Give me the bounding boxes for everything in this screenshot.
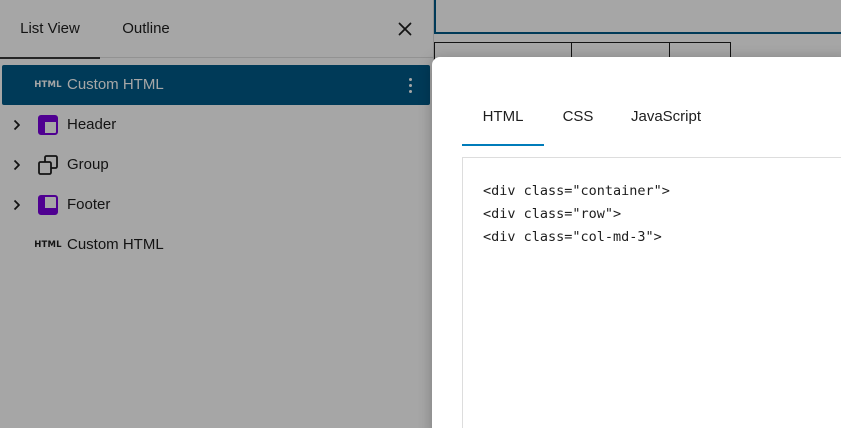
custom-html-editor-modal: HTML CSS JavaScript <div class="containe… bbox=[432, 57, 841, 428]
code-line: <div class="col-md-3"> bbox=[483, 226, 841, 249]
code-line: <div class="container"> bbox=[483, 180, 841, 203]
code-line: <div class="row"> bbox=[483, 203, 841, 226]
tab-css[interactable]: CSS bbox=[558, 97, 598, 147]
tab-html[interactable]: HTML bbox=[462, 97, 544, 147]
code-editor[interactable]: <div class="container"> <div class="row"… bbox=[462, 157, 841, 428]
tab-javascript[interactable]: JavaScript bbox=[626, 97, 706, 147]
